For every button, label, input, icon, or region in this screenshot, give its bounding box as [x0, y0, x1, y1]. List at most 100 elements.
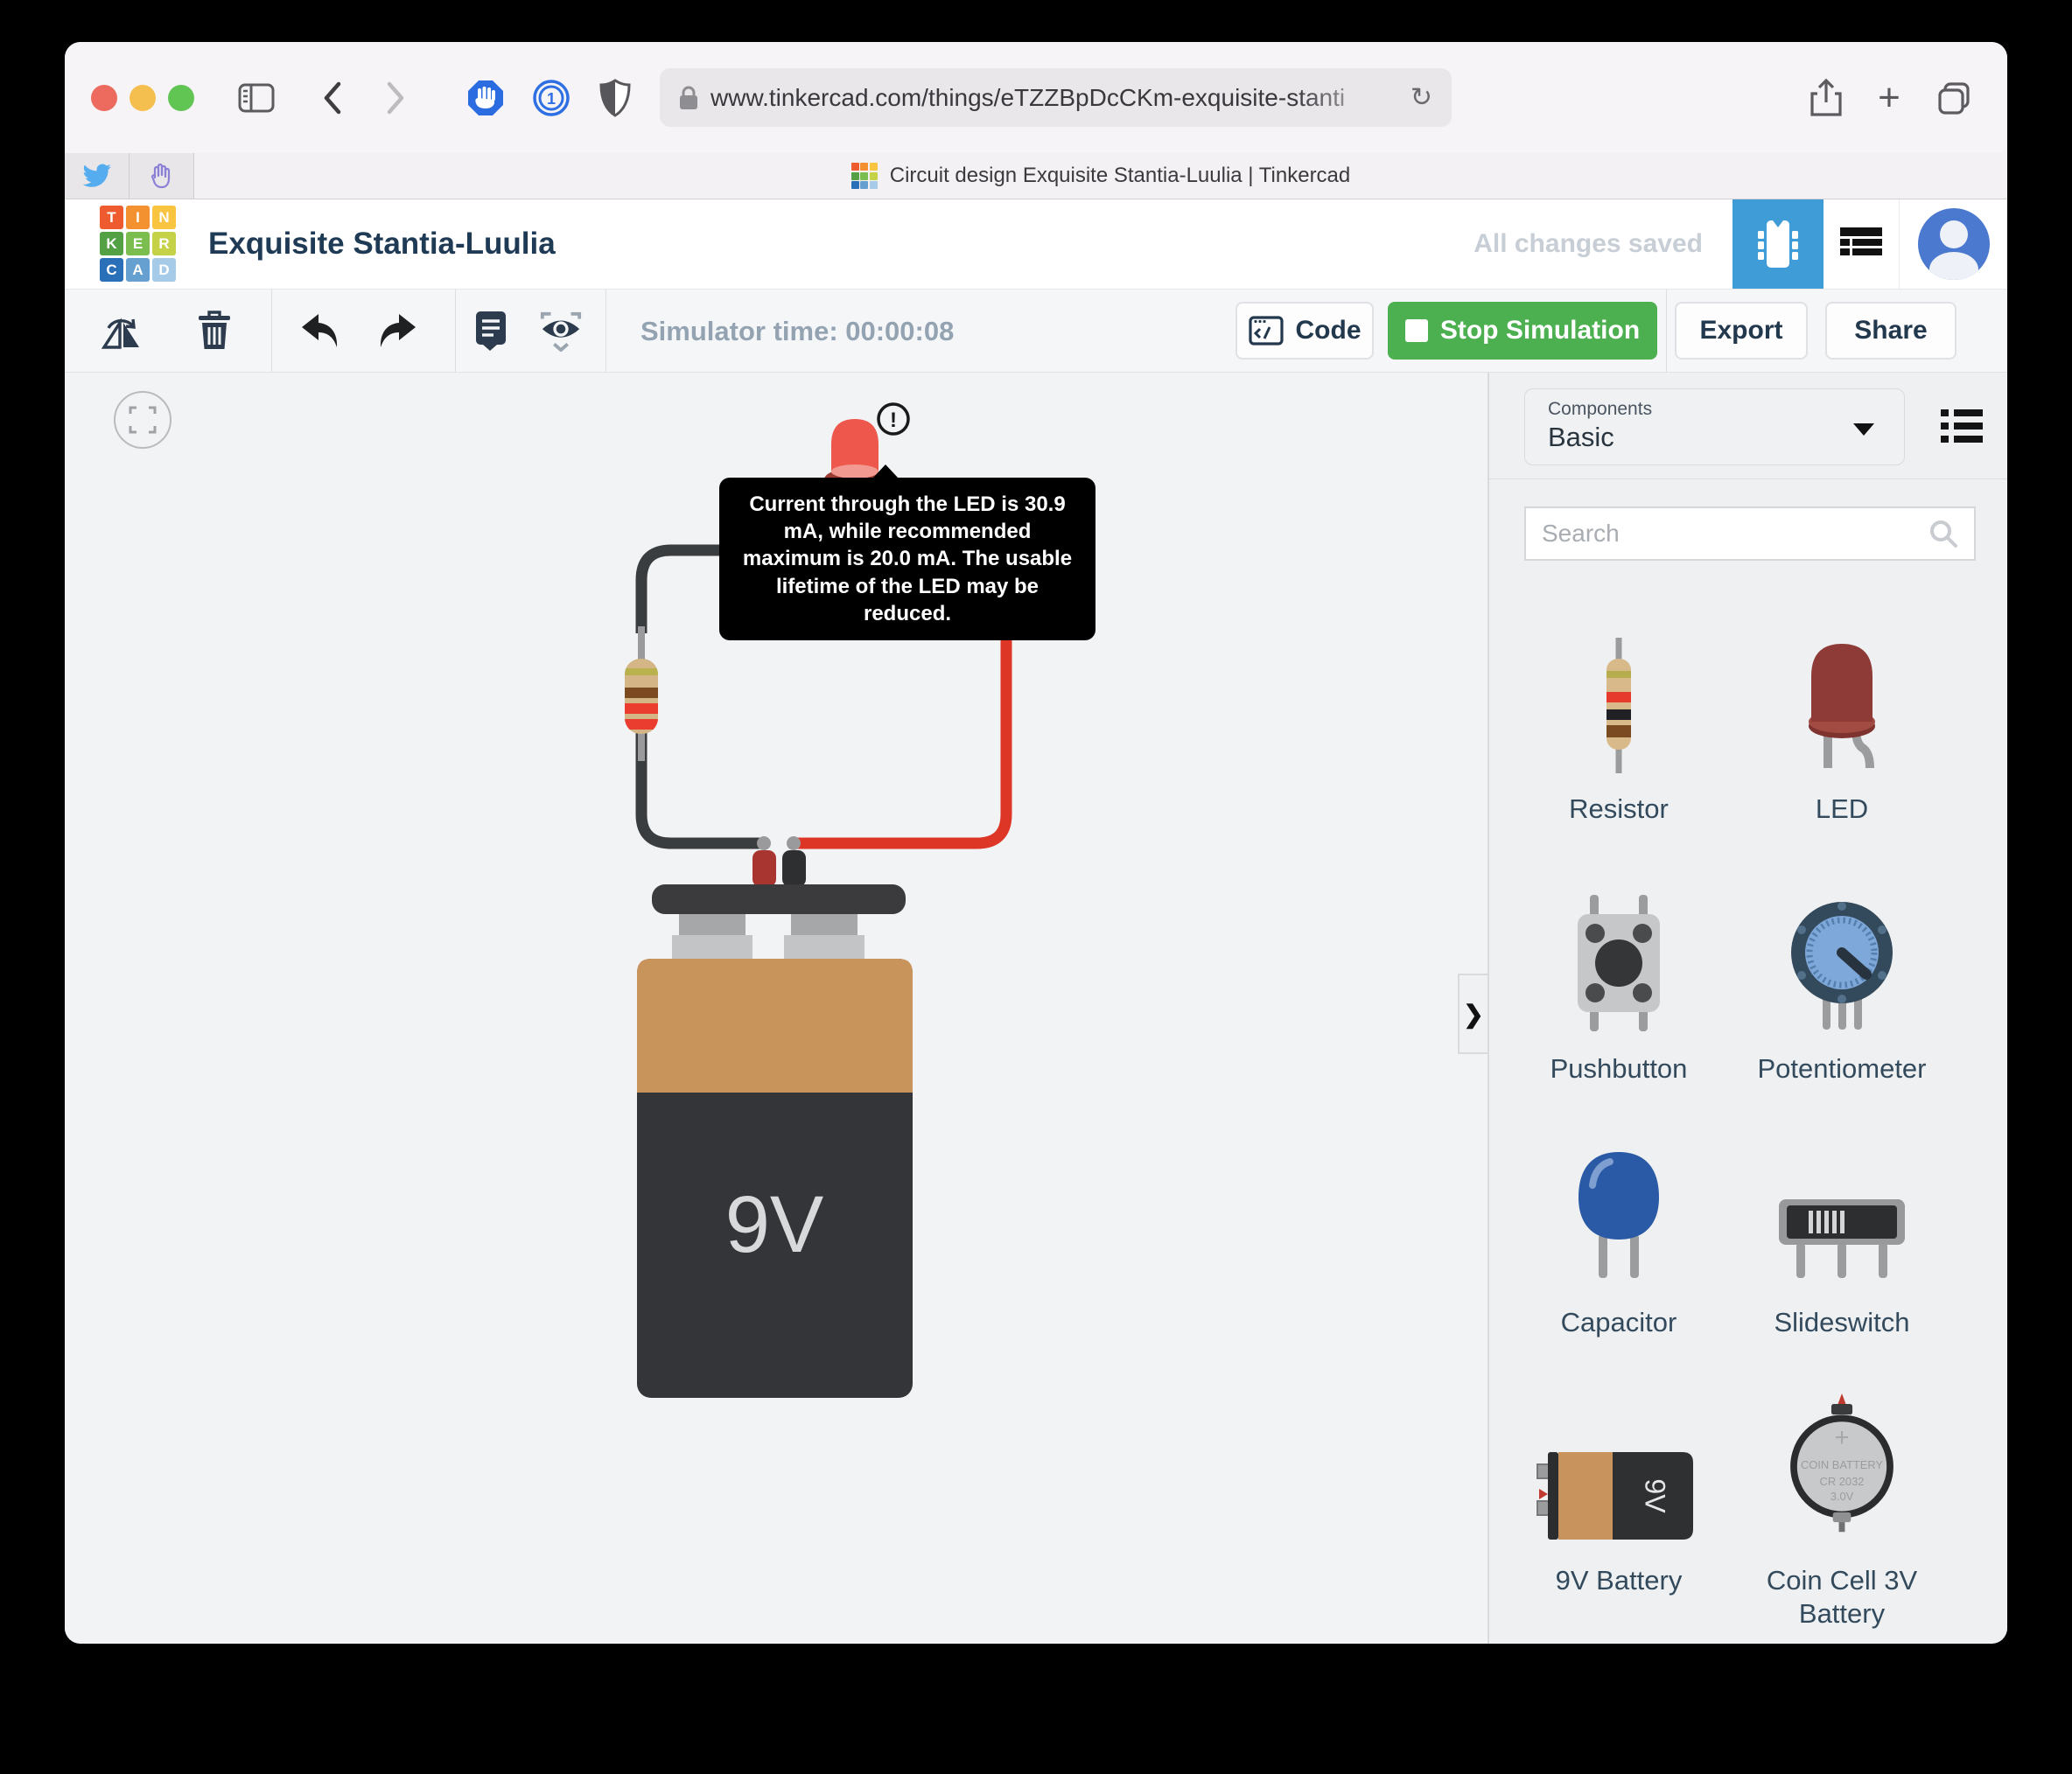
stop-simulation-label: Stop Simulation	[1440, 316, 1640, 346]
tab-strip: Circuit design Exquisite Stantia-Luulia …	[65, 153, 2007, 199]
circuit-view-button[interactable]	[1732, 199, 1824, 289]
code-icon	[1249, 316, 1284, 346]
capacitor-icon	[1566, 1147, 1671, 1287]
avatar[interactable]	[1918, 208, 1990, 280]
component-list-view-button[interactable]	[1824, 199, 1899, 289]
component-label: Slideswitch	[1732, 1306, 1951, 1339]
search-icon	[1928, 519, 1958, 548]
active-tab[interactable]: Circuit design Exquisite Stantia-Luulia …	[194, 153, 2007, 199]
password-manager-extension-icon[interactable]: 1	[531, 78, 571, 118]
pinned-tab-twitter[interactable]	[65, 153, 130, 199]
black-wire-tip	[757, 836, 771, 850]
component-label: LED	[1732, 793, 1951, 826]
export-button[interactable]: Export	[1675, 302, 1808, 360]
tinkercad-favicon	[851, 163, 878, 189]
content-blocker-extension-icon[interactable]	[466, 78, 506, 118]
category-value: Basic	[1548, 422, 1881, 453]
svg-text:CR 2032: CR 2032	[1820, 1475, 1865, 1488]
component-resistor[interactable]: Resistor	[1509, 635, 1728, 826]
search-placeholder: Search	[1542, 520, 1928, 548]
component-label: Resistor	[1509, 793, 1728, 826]
minimize-button[interactable]	[130, 85, 156, 111]
address-bar[interactable]: www.tinkercad.com/things/eTZZBpDcCKm-exq…	[660, 68, 1452, 127]
redo-icon[interactable]	[376, 309, 420, 353]
component-led[interactable]: LED	[1732, 635, 1951, 826]
battery-icon-label: 9V	[1640, 1478, 1671, 1513]
delete-icon[interactable]	[192, 309, 236, 353]
components-label: Components	[1548, 399, 1881, 420]
url-fade	[1294, 68, 1399, 127]
simulator-time: Simulator time: 00:00:08	[640, 290, 954, 373]
list-view-icon[interactable]	[1941, 409, 1983, 443]
twitter-bird-icon	[82, 164, 112, 188]
tls-lock-icon	[679, 86, 698, 110]
svg-text:+: +	[1834, 1424, 1849, 1452]
component-label: 9V Battery	[1509, 1564, 1728, 1597]
component-9v-battery[interactable]: 9V 9V Battery	[1509, 1405, 1728, 1597]
undo-icon[interactable]	[298, 309, 341, 353]
tinkercad-logo[interactable]: T I N K E R C A D	[100, 206, 176, 282]
rotate-icon[interactable]	[100, 309, 144, 353]
browser-window: 1 www.tinkercad.com/things/eTZZBpDcCKm-e…	[65, 42, 2007, 1644]
component-label: Potentiometer	[1732, 1052, 1951, 1086]
warning-icon[interactable]: !	[878, 404, 908, 434]
fit-brackets-icon	[129, 406, 157, 434]
panel-collapse-handle[interactable]: ❯	[1458, 974, 1488, 1054]
component-pushbutton[interactable]: Pushbutton	[1509, 889, 1728, 1086]
design-title[interactable]: Exquisite Stantia-Luulia	[208, 199, 556, 289]
battery-9v-icon: 9V	[1536, 1447, 1702, 1545]
stop-simulation-button[interactable]: Stop Simulation	[1388, 302, 1657, 360]
coin-cell-icon: +COIN BATTERYCR 20323.0V	[1785, 1393, 1900, 1533]
component-coin-cell[interactable]: +COIN BATTERYCR 20323.0V Coin Cell 3V Ba…	[1732, 1405, 1951, 1631]
zoom-to-fit-button[interactable]	[114, 391, 172, 449]
new-tab-icon[interactable]: +	[1869, 78, 1909, 118]
save-status: All changes saved	[1474, 229, 1703, 259]
svg-text:COIN BATTERY: COIN BATTERY	[1801, 1458, 1883, 1471]
pushbutton-icon	[1565, 893, 1672, 1033]
black-wire-bottom[interactable]	[641, 733, 761, 843]
circuit-canvas[interactable]: 9V ! Current through the LED is 30.9 mA,…	[65, 373, 1488, 1644]
component-label: Pushbutton	[1509, 1052, 1728, 1086]
share-label: Share	[1854, 316, 1927, 346]
table-icon	[1840, 227, 1882, 261]
component-search-input[interactable]: Search	[1524, 506, 1976, 561]
notes-icon[interactable]	[469, 309, 513, 353]
share-button[interactable]: Share	[1825, 302, 1956, 360]
svg-text:!: !	[890, 409, 897, 432]
content-row: 9V ! Current through the LED is 30.9 mA,…	[65, 373, 2007, 1644]
black-wire-top[interactable]	[641, 550, 723, 633]
close-button[interactable]	[91, 85, 117, 111]
component-slideswitch[interactable]: Slideswitch	[1732, 1142, 1951, 1339]
component-label: Coin Cell 3V Battery	[1732, 1564, 1951, 1631]
tinkercad-header: T I N K E R C A D Exquisite Stantia-Luul…	[65, 199, 2007, 290]
forward-icon[interactable]	[376, 78, 416, 118]
panel-divider	[1489, 478, 2007, 479]
component-potentiometer[interactable]: Potentiometer	[1732, 889, 1951, 1086]
red-wire-tip	[787, 836, 801, 850]
components-panel: Components Basic Search Resistor	[1488, 373, 2007, 1644]
reload-icon[interactable]: ↻	[1410, 82, 1432, 113]
sidebar-toggle-icon[interactable]	[236, 78, 276, 118]
battery-9v[interactable]: 9V	[637, 884, 913, 1398]
annotation-visibility-icon[interactable]	[539, 309, 583, 353]
component-label: Capacitor	[1509, 1306, 1728, 1339]
screenshot-stage: 1 www.tinkercad.com/things/eTZZBpDcCKm-e…	[0, 0, 2072, 1774]
code-button[interactable]: Code	[1236, 302, 1374, 360]
back-icon[interactable]	[312, 78, 352, 118]
avatar-head	[1940, 220, 1968, 248]
share-page-icon[interactable]	[1806, 78, 1846, 118]
resistor-icon	[1601, 638, 1636, 773]
privacy-shield-extension-icon[interactable]	[595, 78, 635, 118]
potentiometer-icon	[1783, 891, 1900, 1033]
editor-toolbar: Simulator time: 00:00:08 Code Stop Simul…	[65, 290, 2007, 373]
component-capacitor[interactable]: Capacitor	[1509, 1142, 1728, 1339]
led-warning-tooltip: Current through the LED is 30.9 mA, whil…	[719, 478, 1096, 640]
tab-overview-icon[interactable]	[1934, 78, 1974, 118]
components-category-dropdown[interactable]: Components Basic	[1524, 388, 1905, 465]
battery-voltage-label: 9V	[725, 1180, 824, 1269]
pinned-tab-hand-app[interactable]	[130, 153, 194, 199]
resistor-component[interactable]	[625, 659, 658, 734]
tab-title: Circuit design Exquisite Stantia-Luulia …	[890, 164, 1351, 188]
stop-icon	[1405, 319, 1428, 342]
zoom-button[interactable]	[168, 85, 194, 111]
